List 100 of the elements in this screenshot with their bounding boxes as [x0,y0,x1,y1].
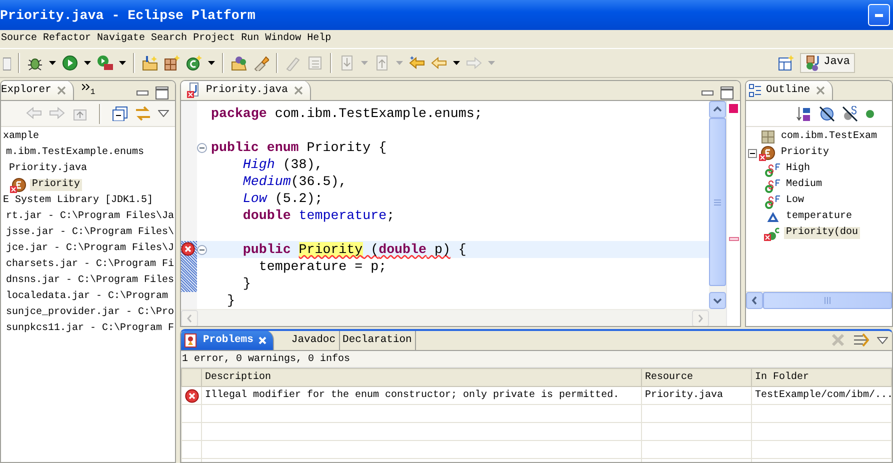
dropdown-caret-icon[interactable] [84,61,91,65]
code-text: { [457,242,466,257]
menu-item[interactable]: Help [306,33,332,45]
column-header[interactable]: Resource [642,368,752,386]
expander-icon[interactable] [748,148,757,158]
close-icon[interactable] [292,84,304,96]
tree-item[interactable]: jce.jar - C:\Program Files\J [4,243,175,255]
minimize-button[interactable] [868,4,890,26]
code-text: (38), [282,157,323,172]
tree-item[interactable]: temperature [784,211,854,223]
editor-tab[interactable]: Priority.java [181,81,311,100]
menu-item[interactable]: Source [0,33,38,45]
tree-item[interactable]: localedata.jar - C:\Program [4,291,170,303]
view-tab[interactable]: Javadoc [288,331,340,350]
code-text: Priority { [306,140,387,155]
table-cell: Illegal modifier for the enum constructor; only private is permitted. [202,386,642,404]
tree-item[interactable]: Low [784,195,806,207]
menu-item[interactable]: Run [240,33,260,45]
tree-item[interactable]: com.ibm.TestExam [779,131,880,143]
code-text: double [242,208,291,223]
tree-item[interactable]: rt.jar - C:\Program Files\Ja [4,211,175,223]
filter-icon[interactable] [853,332,869,348]
view-overflow-button[interactable]: 1 [82,84,96,100]
hide-fields-icon[interactable] [819,106,835,122]
error-marker-icon[interactable] [728,237,738,241]
code-text: package [211,106,267,121]
collapse-icon[interactable] [197,142,207,152]
dropdown-caret-icon[interactable] [49,61,56,65]
hide-static-icon[interactable] [842,106,858,122]
scroll-up-icon[interactable] [709,101,726,118]
menu-item[interactable]: Project [192,33,236,45]
tree-item[interactable]: sunjce_provider.jar - C:\Pro [4,307,175,319]
dropdown-caret-icon[interactable] [119,61,126,65]
run-tool-icon[interactable] [97,55,113,71]
menu-item[interactable]: Window [264,33,302,45]
tree-item[interactable]: Medium [784,179,824,191]
tree-item[interactable]: charsets.jar - C:\Program Fi [4,259,175,271]
explorer-tab[interactable]: Explorer [1,81,74,100]
java-perspective-icon [804,55,821,71]
window-title: Priority.java - Eclipse Platform [0,8,256,22]
dropdown-caret-icon[interactable] [453,61,460,65]
outline-tab[interactable]: Outline [746,81,834,100]
grip-icon [714,198,721,206]
view-menu-icon[interactable] [158,110,169,117]
menu-item[interactable]: Search [150,33,188,45]
collapse-icon[interactable] [197,244,207,254]
code-text: public enum [211,140,299,155]
back-arrow-icon[interactable] [431,55,447,71]
class-plus-icon[interactable] [186,55,202,71]
tree-item[interactable]: sunpkcs11.jar - C:\Program F [4,323,175,335]
grid-plus-icon[interactable] [164,55,180,71]
menu-item[interactable]: Refactor [42,33,92,45]
dropdown-caret-icon[interactable] [208,61,215,65]
perspective-button[interactable]: Java [800,53,855,73]
tree-item[interactable]: jsse.jar - C:\Program Files\ [4,227,175,239]
menu-item[interactable]: Navigate [96,33,146,45]
scroll-down-icon[interactable] [709,292,726,309]
tree-item[interactable]: xample [1,131,42,143]
run-icon[interactable] [62,55,78,71]
tree-item[interactable]: Priority [30,179,82,191]
collapse-all-icon[interactable] [112,106,128,121]
close-icon[interactable] [56,84,68,96]
grip-icon [824,296,831,304]
new-folder-icon[interactable] [142,55,158,71]
code-text: temperature [298,208,387,223]
tree-item[interactable]: Priority [779,147,832,159]
open-folder-icon[interactable] [231,55,247,71]
minimize-icon [875,14,883,16]
tree-item[interactable]: High [784,163,812,175]
tree-item[interactable]: dnsns.jar - C:\Program Files [4,275,175,287]
dot-icon[interactable] [865,108,875,118]
code-text: ( [370,242,379,257]
open-perspective-icon[interactable] [778,55,794,71]
view-tab[interactable]: Declaration [340,331,416,350]
code-text: } [242,276,251,291]
column-header[interactable]: Description [202,368,642,386]
back-star-icon[interactable] [409,55,425,71]
code-text: temperature = p; [258,259,387,274]
table-cell: TestExample/com/ibm/... [752,386,892,404]
close-icon[interactable] [815,84,826,96]
tree-item[interactable]: Priority.java [7,163,90,175]
link-arrows-icon[interactable] [135,106,151,121]
status-summary: 1 error, 0 warnings, 0 infos [182,354,350,365]
maximize-icon[interactable] [155,86,169,100]
tree-item[interactable]: m.ibm.TestExample.enums [4,147,146,159]
error-icon [185,388,199,402]
view-tab[interactable]: Problems [181,331,274,350]
maximize-icon[interactable] [720,86,734,100]
vertical-scrollbar[interactable] [709,101,726,326]
scroll-left-icon[interactable] [746,292,763,308]
outline-icon [749,84,761,96]
tree-item[interactable]: E System Library [JDK1.5] [1,195,156,207]
column-header[interactable]: In Folder [752,368,892,386]
sort-icon[interactable] [796,106,812,122]
tree-item[interactable]: Priority(dou [784,227,860,239]
problems-icon [184,332,198,348]
code-text: (36.5), [290,174,347,189]
code-text: Low [242,191,267,206]
view-menu-icon[interactable] [877,336,888,344]
page-icon[interactable] [3,55,11,71]
